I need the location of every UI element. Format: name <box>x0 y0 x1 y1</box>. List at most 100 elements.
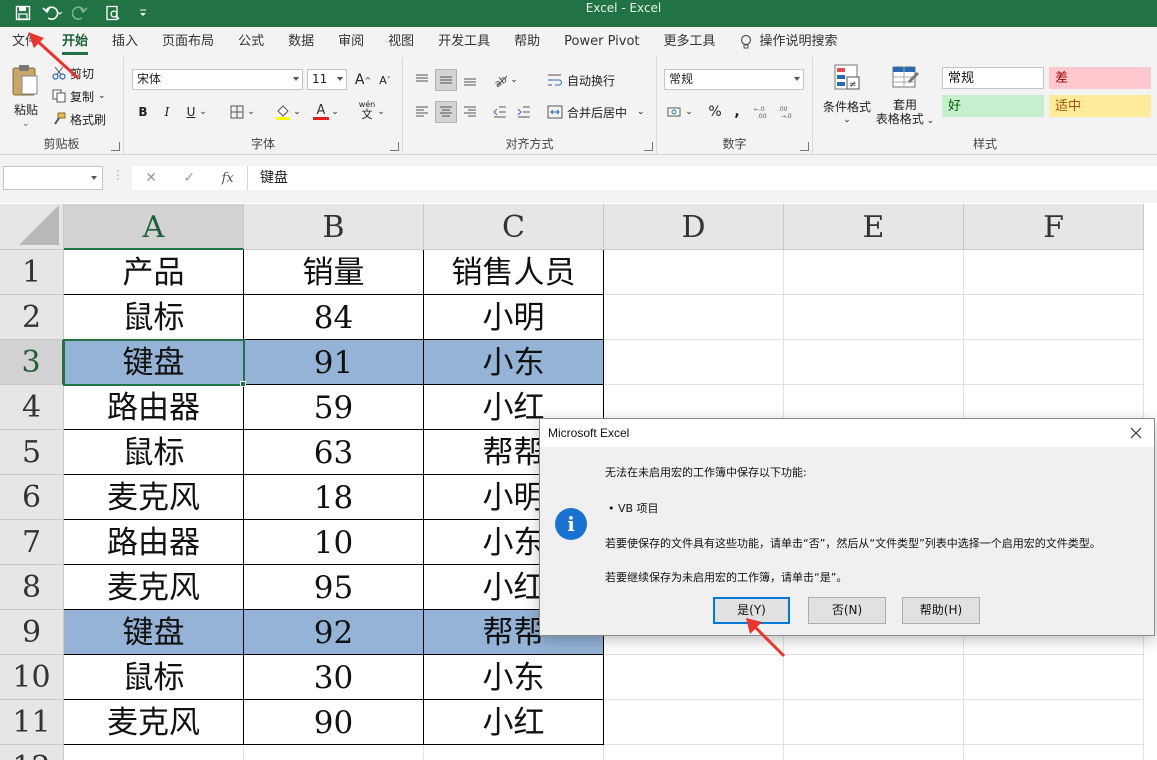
paste-button[interactable]: 粘贴 ⌄ <box>8 63 42 133</box>
cell-style-bad[interactable]: 差 <box>1049 67 1151 89</box>
align-left-icon[interactable] <box>411 101 433 123</box>
font-name-select[interactable]: 宋体 <box>132 69 303 90</box>
cell-c1[interactable]: 销售人员 <box>424 250 604 295</box>
number-launcher-icon[interactable] <box>800 142 809 151</box>
cell-d11[interactable] <box>604 700 784 745</box>
comma-style-button[interactable]: , <box>726 101 748 123</box>
cell-b2[interactable]: 84 <box>244 295 424 340</box>
cell-a8[interactable]: 麦克风 <box>64 565 244 610</box>
copy-dropdown-icon[interactable]: ⌄ <box>98 91 106 101</box>
conditional-dropdown-icon[interactable]: ⌄ <box>819 115 875 125</box>
cell-b4[interactable]: 59 <box>244 385 424 430</box>
tab-file[interactable]: 文件 <box>0 27 50 57</box>
bold-button[interactable]: B <box>132 101 154 123</box>
table-format-dropdown-icon[interactable]: ⌄ <box>924 116 935 126</box>
format-as-table-button[interactable]: 套用 表格格式 ⌄ <box>875 63 935 133</box>
cell-b10[interactable]: 30 <box>244 655 424 700</box>
font-launcher-icon[interactable] <box>390 142 399 151</box>
font-size-select[interactable]: 11 <box>307 69 347 90</box>
cell-d1[interactable] <box>604 250 784 295</box>
no-button[interactable]: 否(N) <box>808 597 886 624</box>
cell-b12[interactable] <box>244 745 424 760</box>
tab-home[interactable]: 开始 <box>50 27 100 57</box>
cell-b5[interactable]: 63 <box>244 430 424 475</box>
cell-a5[interactable]: 鼠标 <box>64 430 244 475</box>
percent-style-button[interactable]: % <box>704 101 726 123</box>
currency-dropdown-icon[interactable]: ⌄ <box>684 101 694 123</box>
align-top-icon[interactable] <box>411 69 433 91</box>
wrap-text-button[interactable]: 自动换行 <box>547 70 615 90</box>
cell-b11[interactable]: 90 <box>244 700 424 745</box>
insert-function-button[interactable]: fx <box>222 171 234 186</box>
cell-b9[interactable]: 92 <box>244 610 424 655</box>
fill-color-dropdown-icon[interactable]: ⌄ <box>292 101 302 123</box>
italic-button[interactable]: I <box>156 101 178 123</box>
grow-font-button[interactable]: A ^ <box>352 69 374 91</box>
cell-style-good[interactable]: 好 <box>942 95 1044 117</box>
cell-b7[interactable]: 10 <box>244 520 424 565</box>
name-box[interactable] <box>3 166 103 190</box>
column-header-b[interactable]: B <box>244 204 424 250</box>
cell-a4[interactable]: 路由器 <box>64 385 244 430</box>
number-format-select[interactable]: 常规 <box>664 69 804 90</box>
tab-developer[interactable]: 开发工具 <box>426 27 502 57</box>
tab-help[interactable]: 帮助 <box>502 27 552 57</box>
cell-a10[interactable]: 鼠标 <box>64 655 244 700</box>
align-middle-icon[interactable] <box>435 69 457 91</box>
confirm-entry-icon[interactable]: ✓ <box>183 170 195 186</box>
shrink-font-button[interactable]: Aˇ <box>374 69 396 91</box>
cell-style-normal[interactable]: 常规 <box>942 67 1044 89</box>
align-right-icon[interactable] <box>459 101 481 123</box>
row-header-10[interactable]: 10 <box>0 655 64 700</box>
tab-view[interactable]: 视图 <box>376 27 426 57</box>
currency-format-icon[interactable] <box>664 101 686 123</box>
align-center-icon[interactable] <box>435 101 457 123</box>
cell-a1[interactable]: 产品 <box>64 250 244 295</box>
paste-dropdown-icon[interactable]: ⌄ <box>22 119 30 129</box>
format-painter-button[interactable]: 格式刷 <box>52 109 106 129</box>
alignment-launcher-icon[interactable] <box>644 142 653 151</box>
orientation-dropdown-icon[interactable]: ⌄ <box>509 69 519 91</box>
increase-decimal-icon[interactable]: ←.0.00 <box>752 101 774 123</box>
cell-f3[interactable] <box>964 340 1144 385</box>
cell-d12[interactable] <box>604 745 784 760</box>
cell-a12[interactable] <box>64 745 244 760</box>
row-header-7[interactable]: 7 <box>0 520 64 565</box>
cell-b1[interactable]: 销量 <box>244 250 424 295</box>
tab-page-layout[interactable]: 页面布局 <box>150 27 226 57</box>
tell-me-search[interactable]: 操作说明搜索 <box>754 27 850 57</box>
cell-c10[interactable]: 小东 <box>424 655 604 700</box>
row-header-3[interactable]: 3 <box>0 340 64 385</box>
fill-handle[interactable] <box>240 381 246 387</box>
cell-a7[interactable]: 路由器 <box>64 520 244 565</box>
row-header-6[interactable]: 6 <box>0 475 64 520</box>
column-header-d[interactable]: D <box>604 204 784 250</box>
decrease-decimal-icon[interactable]: .00 →.0 <box>776 101 798 123</box>
cell-f12[interactable] <box>964 745 1144 760</box>
cell-a2[interactable]: 鼠标 <box>64 295 244 340</box>
help-button[interactable]: 帮助(H) <box>902 597 980 624</box>
cell-e10[interactable] <box>784 655 964 700</box>
row-header-1[interactable]: 1 <box>0 250 64 295</box>
phonetic-dropdown-icon[interactable]: ⌄ <box>376 101 386 123</box>
cell-b6[interactable]: 18 <box>244 475 424 520</box>
decrease-indent-icon[interactable] <box>489 101 511 123</box>
cell-c12[interactable] <box>424 745 604 760</box>
font-color-button[interactable]: A <box>310 101 332 123</box>
cell-c2[interactable]: 小明 <box>424 295 604 340</box>
conditional-formatting-button[interactable]: ≠ 条件格式 ⌄ <box>819 63 875 133</box>
tab-power-pivot[interactable]: Power Pivot <box>552 27 651 57</box>
row-header-4[interactable]: 4 <box>0 385 64 430</box>
cell-b3[interactable]: 91 <box>244 340 424 385</box>
row-header-8[interactable]: 8 <box>0 565 64 610</box>
cell-f10[interactable] <box>964 655 1144 700</box>
cell-a3[interactable]: 键盘 <box>64 340 244 385</box>
increase-indent-icon[interactable] <box>513 101 535 123</box>
cell-d2[interactable] <box>604 295 784 340</box>
tab-insert[interactable]: 插入 <box>100 27 150 57</box>
cell-a9[interactable]: 键盘 <box>64 610 244 655</box>
copy-button[interactable]: 复制 ⌄ <box>52 86 106 106</box>
column-header-f[interactable]: F <box>964 204 1144 250</box>
cell-e1[interactable] <box>784 250 964 295</box>
cell-a6[interactable]: 麦克风 <box>64 475 244 520</box>
